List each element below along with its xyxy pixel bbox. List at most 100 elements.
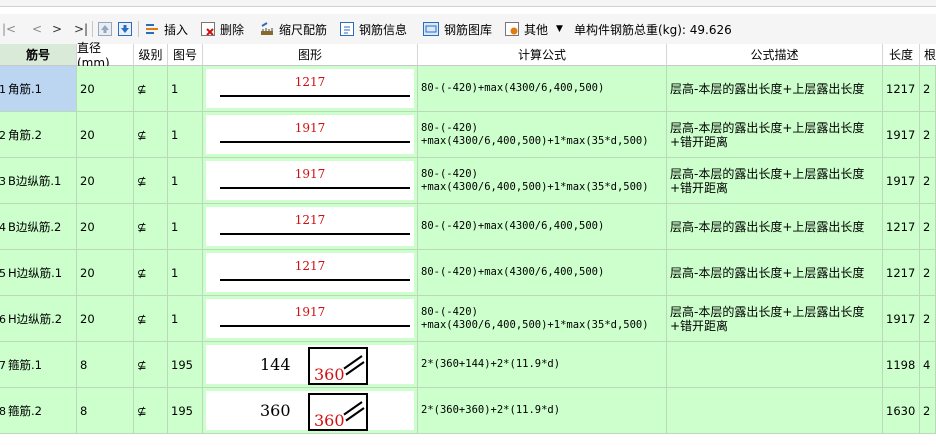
table-row[interactable]: 4B边纵筋.220⊈1121780-(-420)+max(4300/6,400,…	[0, 204, 936, 250]
cell-length[interactable]: 1217	[883, 66, 920, 112]
header-name[interactable]: 筋号	[0, 44, 77, 66]
cell-shape[interactable]: 1917	[203, 158, 418, 204]
header-formula[interactable]: 计算公式	[418, 44, 667, 66]
cell-length[interactable]: 1917	[883, 112, 920, 158]
cell-diameter[interactable]: 20	[77, 112, 134, 158]
prev-record-button[interactable]: <	[32, 14, 42, 44]
cell-length[interactable]: 1198	[883, 342, 920, 388]
cell-description[interactable]	[667, 388, 883, 434]
table-row[interactable]: 2角筋.220⊈1191780-(-420) +max(4300/6,400,5…	[0, 112, 936, 158]
cell-grade[interactable]: ⊈	[134, 66, 168, 112]
cell-shape[interactable]: 1217	[203, 66, 418, 112]
cell-count[interactable]: 2	[920, 158, 936, 204]
cell-fig[interactable]: 195	[168, 388, 203, 434]
cell-grade[interactable]: ⊈	[134, 342, 168, 388]
cell-count[interactable]: 2	[920, 250, 936, 296]
cell-shape[interactable]: 1917	[203, 296, 418, 342]
cell-length[interactable]: 1630	[883, 388, 920, 434]
cell-shape[interactable]: 1217	[203, 250, 418, 296]
header-diameter[interactable]: 直径(mm)	[77, 41, 134, 70]
cell-count[interactable]: 2	[920, 66, 936, 112]
cell-name[interactable]: 8箍筋.2	[0, 388, 77, 434]
cell-diameter[interactable]: 20	[77, 296, 134, 342]
cell-name[interactable]: 2角筋.2	[0, 112, 77, 158]
cell-description[interactable]	[667, 342, 883, 388]
cell-description[interactable]: 层高-本层的露出长度+上层露出长度+错开距离	[667, 112, 883, 158]
cell-grade[interactable]: ⊈	[134, 388, 168, 434]
insert-button[interactable]: 插入	[145, 14, 188, 44]
cell-diameter[interactable]: 20	[77, 158, 134, 204]
cell-grade[interactable]: ⊈	[134, 204, 168, 250]
header-count[interactable]: 根	[920, 44, 936, 66]
cell-fig[interactable]: 1	[168, 204, 203, 250]
cell-diameter[interactable]: 20	[77, 66, 134, 112]
cell-fig[interactable]: 1	[168, 112, 203, 158]
cell-fig[interactable]: 1	[168, 250, 203, 296]
header-grade[interactable]: 级别	[134, 44, 168, 66]
cell-formula[interactable]: 2*(360+144)+2*(11.9*d)	[418, 342, 667, 388]
cell-fig[interactable]: 195	[168, 342, 203, 388]
cell-diameter[interactable]: 20	[77, 250, 134, 296]
cell-name[interactable]: 4B边纵筋.2	[0, 204, 77, 250]
other-dropdown[interactable]: 其他 ▼	[505, 14, 563, 44]
table-row[interactable]: 3B边纵筋.120⊈1191780-(-420) +max(4300/6,400…	[0, 158, 936, 204]
count-text: 4	[923, 357, 931, 372]
delete-button[interactable]: 删除	[201, 14, 244, 44]
cell-fig[interactable]: 1	[168, 296, 203, 342]
cell-formula[interactable]: 80-(-420)+max(4300/6,400,500)	[418, 204, 667, 250]
cell-description[interactable]: 层高-本层的露出长度+上层露出长度+错开距离	[667, 296, 883, 342]
header-shape[interactable]: 图形	[203, 44, 418, 66]
rebar-library-button[interactable]: 钢筋图库	[423, 14, 492, 44]
header-description[interactable]: 公式描述	[667, 44, 883, 66]
cell-description[interactable]: 层高-本层的露出长度+上层露出长度	[667, 250, 883, 296]
table-row[interactable]: 5H边纵筋.120⊈1121780-(-420)+max(4300/6,400,…	[0, 250, 936, 296]
table-row[interactable]: 6H边纵筋.220⊈1191780-(-420) +max(4300/6,400…	[0, 296, 936, 342]
cell-description[interactable]: 层高-本层的露出长度+上层露出长度	[667, 204, 883, 250]
cell-formula[interactable]: 80-(-420)+max(4300/6,400,500)	[418, 250, 667, 296]
rebar-info-button[interactable]: 钢筋信息	[340, 14, 407, 44]
next-record-button[interactable]: >	[52, 14, 62, 44]
cell-length[interactable]: 1217	[883, 250, 920, 296]
cell-count[interactable]: 2	[920, 112, 936, 158]
cell-grade[interactable]: ⊈	[134, 158, 168, 204]
cell-name[interactable]: 1角筋.1	[0, 66, 77, 112]
cell-count[interactable]: 2	[920, 388, 936, 434]
cell-length[interactable]: 1917	[883, 296, 920, 342]
scale-rebar-button[interactable]: 缩尺配筋	[260, 14, 327, 44]
cell-description[interactable]: 层高-本层的露出长度+上层露出长度+错开距离	[667, 158, 883, 204]
cell-count[interactable]: 2	[920, 204, 936, 250]
cell-shape[interactable]: 360 360	[203, 388, 418, 434]
cell-name[interactable]: 5H边纵筋.1	[0, 250, 77, 296]
fig-text: 1	[171, 81, 179, 96]
cell-count[interactable]: 4	[920, 342, 936, 388]
cell-grade[interactable]: ⊈	[134, 112, 168, 158]
table-row[interactable]: 1角筋.120⊈1121780-(-420)+max(4300/6,400,50…	[0, 66, 936, 112]
cell-formula[interactable]: 80-(-420)+max(4300/6,400,500)	[418, 66, 667, 112]
cell-formula[interactable]: 80-(-420) +max(4300/6,400,500)+1*max(35*…	[418, 112, 667, 158]
cell-fig[interactable]: 1	[168, 158, 203, 204]
table-row[interactable]: 7箍筋.18⊈1951443602*(360+144)+2*(11.9*d) 11…	[0, 342, 936, 388]
cell-diameter[interactable]: 20	[77, 204, 134, 250]
cell-formula[interactable]: 80-(-420) +max(4300/6,400,500)+1*max(35*…	[418, 158, 667, 204]
cell-description[interactable]: 层高-本层的露出长度+上层露出长度	[667, 66, 883, 112]
cell-formula[interactable]: 80-(-420) +max(4300/6,400,500)+1*max(35*…	[418, 296, 667, 342]
header-fig-no[interactable]: 图号	[168, 44, 203, 66]
cell-name[interactable]: 6H边纵筋.2	[0, 296, 77, 342]
first-record-button[interactable]: |<	[2, 14, 16, 44]
cell-formula[interactable]: 2*(360+360)+2*(11.9*d)	[418, 388, 667, 434]
cell-grade[interactable]: ⊈	[134, 296, 168, 342]
cell-grade[interactable]: ⊈	[134, 250, 168, 296]
cell-fig[interactable]: 1	[168, 66, 203, 112]
cell-length[interactable]: 1217	[883, 204, 920, 250]
cell-shape[interactable]: 144 360	[203, 342, 418, 388]
cell-shape[interactable]: 1217	[203, 204, 418, 250]
cell-diameter[interactable]: 8	[77, 342, 134, 388]
cell-name[interactable]: 7箍筋.1	[0, 342, 77, 388]
cell-name[interactable]: 3B边纵筋.1	[0, 158, 77, 204]
cell-count[interactable]: 2	[920, 296, 936, 342]
cell-shape[interactable]: 1917	[203, 112, 418, 158]
header-length[interactable]: 长度	[883, 44, 920, 66]
cell-diameter[interactable]: 8	[77, 388, 134, 434]
table-row[interactable]: 8箍筋.28⊈1953603602*(360+360)+2*(11.9*d) 16…	[0, 388, 936, 434]
cell-length[interactable]: 1917	[883, 158, 920, 204]
